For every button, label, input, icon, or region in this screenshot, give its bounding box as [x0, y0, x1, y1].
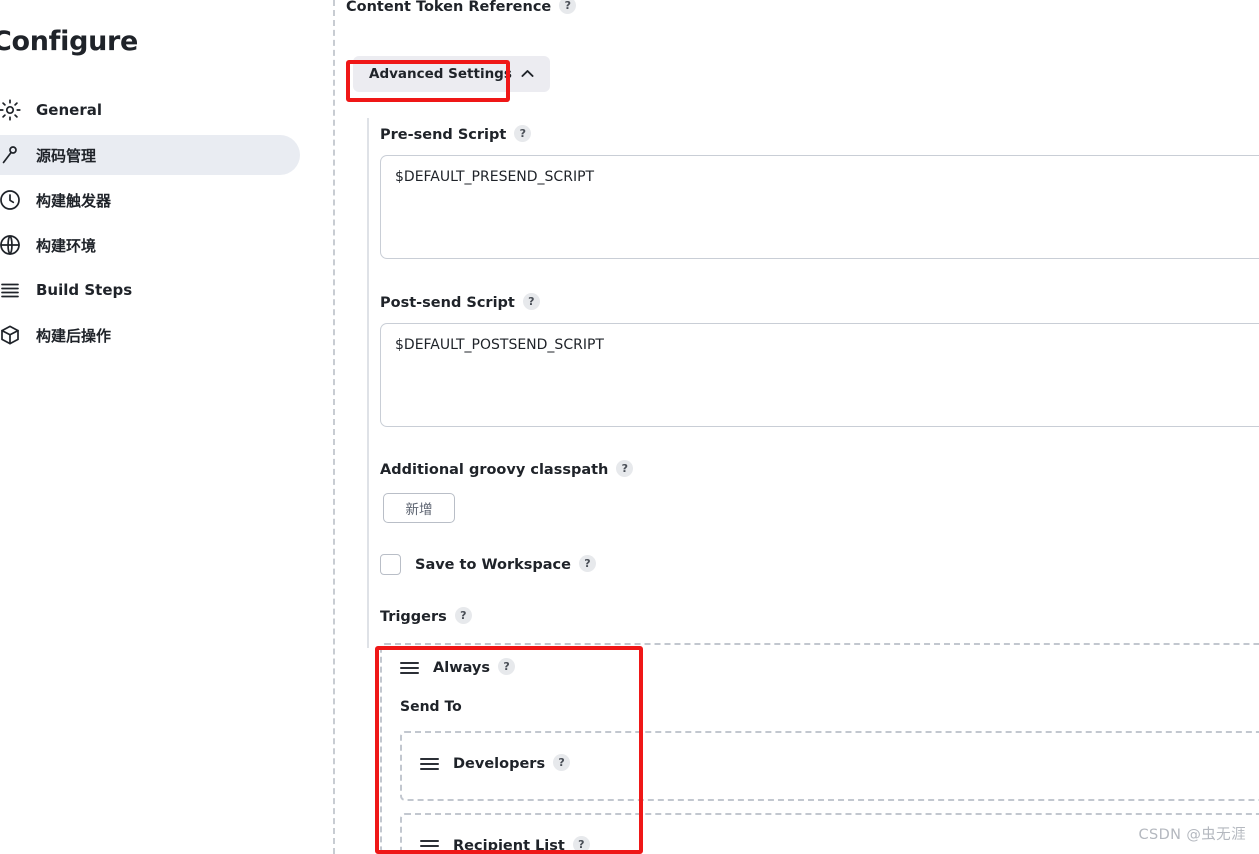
branch-icon: [0, 142, 22, 168]
section-dashed-rule: [333, 0, 335, 854]
help-icon[interactable]: ?: [454, 607, 472, 624]
help-icon[interactable]: ?: [559, 0, 577, 14]
configure-sidebar: Configure General 源码管理 构建触发器 构建环境 Build …: [0, 0, 300, 854]
sidebar-item-label: General: [36, 101, 102, 119]
triggers-label-row: Triggers ?: [380, 607, 472, 625]
presend-script-label: Pre-send Script: [380, 126, 507, 143]
recipient-developers-header: Developers ?: [420, 754, 571, 772]
chevron-up-icon: [521, 67, 534, 82]
postsend-script-label-row: Post-send Script ?: [380, 293, 540, 311]
drag-handle-icon[interactable]: [420, 757, 439, 770]
drag-handle-icon[interactable]: [420, 839, 439, 852]
presend-script-label-row: Pre-send Script ?: [380, 125, 532, 143]
clock-icon: [0, 187, 22, 213]
trigger-block-always[interactable]: Always ? Send To Developers ? Recipient …: [380, 643, 1259, 854]
main-config-panel: Content Token Reference ? Advanced Setti…: [300, 0, 1259, 854]
postsend-script-input[interactable]: [380, 323, 1259, 427]
send-to-label: Send To: [400, 699, 462, 715]
advanced-settings-button[interactable]: Advanced Settings: [353, 56, 550, 92]
sidebar-item-label: 源码管理: [36, 146, 97, 165]
groovy-classpath-label: Additional groovy classpath: [380, 461, 609, 478]
sidebar-item-label: 构建后操作: [36, 326, 112, 345]
gear-icon: [0, 97, 22, 123]
postsend-script-label: Post-send Script: [380, 294, 515, 311]
trigger-always-header: Always ?: [400, 658, 516, 676]
content-token-reference-row: Content Token Reference ?: [346, 0, 577, 15]
sidebar-item-general[interactable]: General: [0, 90, 300, 130]
groovy-classpath-add-button[interactable]: 新增: [383, 493, 455, 523]
recipient-block-developers[interactable]: Developers ?: [400, 731, 1259, 801]
help-icon[interactable]: ?: [498, 658, 516, 675]
recipient-developers-title: Developers: [453, 755, 546, 772]
trigger-always-title: Always: [433, 659, 491, 676]
sidebar-nav: General 源码管理 构建触发器 构建环境 Build Steps 构建后操…: [0, 90, 300, 360]
help-icon[interactable]: ?: [572, 836, 590, 853]
sidebar-item-label: 构建触发器: [36, 191, 112, 210]
drag-handle-icon[interactable]: [400, 661, 419, 674]
sidebar-item-build-steps[interactable]: Build Steps: [0, 270, 300, 310]
sidebar-item-build-environment[interactable]: 构建环境: [0, 225, 300, 265]
list-icon: [0, 277, 22, 303]
watermark: CSDN @虫无涯: [1138, 827, 1246, 843]
save-to-workspace-label: Save to Workspace: [415, 556, 571, 573]
presend-script-input[interactable]: [380, 155, 1259, 259]
page-title: Configure: [0, 26, 139, 57]
screenshot-root: Configure General 源码管理 构建触发器 构建环境 Build …: [0, 0, 1259, 854]
save-to-workspace-checkbox[interactable]: [380, 554, 401, 575]
sidebar-item-label: 构建环境: [36, 236, 97, 255]
sidebar-item-source-code-management[interactable]: 源码管理: [0, 135, 300, 175]
sidebar-item-build-triggers[interactable]: 构建触发器: [0, 180, 300, 220]
globe-icon: [0, 232, 22, 258]
advanced-section-indent-rule: [367, 118, 369, 648]
recipient-list-header: Recipient List ?: [420, 836, 590, 854]
recipient-block-recipient-list[interactable]: Recipient List ?: [400, 813, 1259, 854]
triggers-label: Triggers: [380, 608, 447, 625]
sidebar-item-label: Build Steps: [36, 281, 133, 299]
sidebar-item-post-build-actions[interactable]: 构建后操作: [0, 315, 300, 355]
recipient-list-title: Recipient List: [453, 837, 565, 854]
help-icon[interactable]: ?: [578, 555, 596, 572]
help-icon[interactable]: ?: [514, 125, 532, 142]
advanced-settings-label: Advanced Settings: [369, 66, 512, 82]
content-token-reference-label: Content Token Reference: [346, 0, 552, 15]
help-icon[interactable]: ?: [553, 754, 571, 771]
groovy-classpath-label-row: Additional groovy classpath ?: [380, 460, 634, 478]
save-to-workspace-row: Save to Workspace ?: [380, 554, 596, 575]
package-icon: [0, 322, 22, 348]
help-icon[interactable]: ?: [616, 460, 634, 477]
help-icon[interactable]: ?: [522, 293, 540, 310]
